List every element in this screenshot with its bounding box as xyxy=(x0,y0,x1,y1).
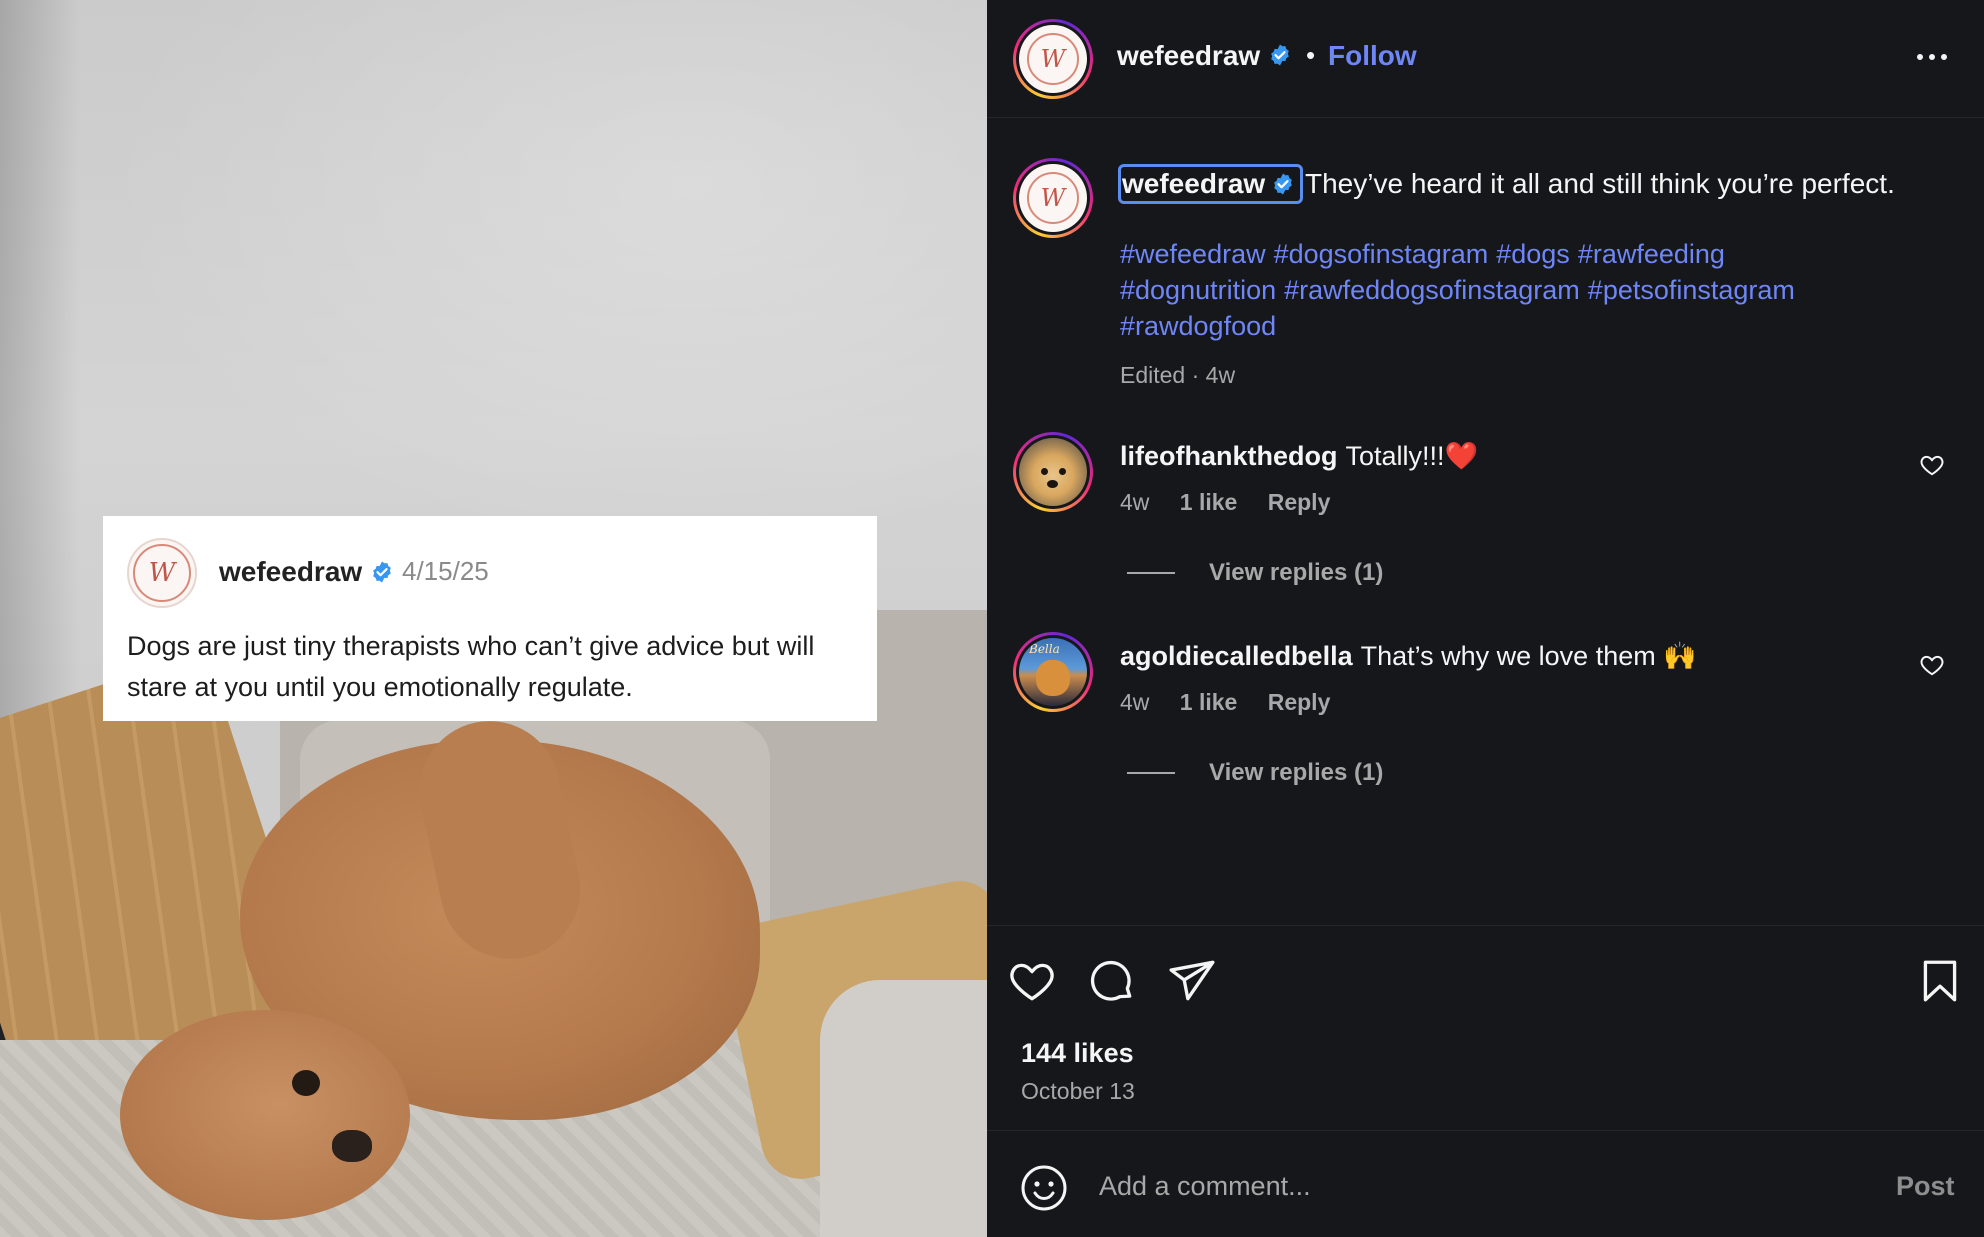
send-icon[interactable] xyxy=(1167,956,1217,1006)
comment-text-line: agoldiecalledbella That’s why we love the… xyxy=(1120,640,1697,672)
verified-badge-icon xyxy=(1274,173,1292,195)
comment-text-line: lifeofhankthedog Totally!!!❤️ xyxy=(1120,440,1478,472)
comment-username[interactable]: agoldiecalledbella xyxy=(1120,641,1353,671)
golden-dog-avatar: Bella xyxy=(1019,638,1087,706)
quote-avatar: W xyxy=(127,538,197,608)
dog-eye xyxy=(292,1070,320,1096)
post-sidebar: W wefeedraw • Follow W wefeedraw They’ve… xyxy=(987,0,1984,1237)
comment-likes[interactable]: 1 like xyxy=(1180,689,1238,715)
hashtag-link[interactable]: #dogs xyxy=(1496,239,1570,269)
reply-button[interactable]: Reply xyxy=(1268,489,1331,515)
wefeedraw-logo-icon: W xyxy=(133,544,191,602)
comment-body: Totally!!!❤️ xyxy=(1345,441,1479,471)
header-avatar[interactable]: W xyxy=(1013,19,1093,99)
post-date: October 13 xyxy=(1021,1078,1135,1104)
header-separator: • xyxy=(1306,40,1316,70)
post-header: W wefeedraw • Follow xyxy=(987,0,1984,118)
caption-text: They’ve heard it all and still think you… xyxy=(1305,168,1895,199)
emoji-icon[interactable] xyxy=(1020,1164,1068,1212)
couch-arm xyxy=(820,980,987,1237)
comment-heart-icon[interactable] xyxy=(1919,452,1945,478)
bookmark-icon[interactable] xyxy=(1915,956,1965,1006)
comment-time: 4w xyxy=(1120,489,1150,515)
hashtag-link[interactable]: #petsofinstagram xyxy=(1588,275,1795,305)
heart-icon[interactable] xyxy=(1007,956,1057,1006)
comment-item: lifeofhankthedog Totally!!!❤️ 4w 1 like R… xyxy=(987,432,1984,592)
caption-username[interactable]: wefeedraw xyxy=(1122,168,1265,200)
post-image[interactable]: W wefeedraw 4/15/25 Dogs are just tiny t… xyxy=(0,0,987,1237)
post-comment-button[interactable]: Post xyxy=(1896,1171,1955,1202)
hashtag-link[interactable]: #rawdogfood xyxy=(1120,311,1276,341)
wefeedraw-logo-icon: W xyxy=(1027,172,1079,224)
comment-actions: 4w 1 like Reply xyxy=(1120,689,1354,716)
comment-likes[interactable]: 1 like xyxy=(1180,489,1238,515)
comment-heart-icon[interactable] xyxy=(1919,652,1945,678)
view-replies-label: View replies (1) xyxy=(1209,559,1384,586)
wefeedraw-logo-icon: W xyxy=(1027,33,1079,85)
view-replies-button[interactable]: View replies (1) xyxy=(1127,759,1383,787)
quote-card: W wefeedraw 4/15/25 Dogs are just tiny t… xyxy=(103,516,877,721)
view-replies-label: View replies (1) xyxy=(1209,759,1384,786)
hashtag-link[interactable]: #rawfeddogsofinstagram xyxy=(1284,275,1580,305)
comment-username[interactable]: lifeofhankthedog xyxy=(1120,441,1338,471)
quote-date: 4/15/25 xyxy=(402,556,489,586)
comment-bubble-icon[interactable] xyxy=(1087,956,1137,1006)
dog-head xyxy=(120,1010,410,1220)
header-username[interactable]: wefeedraw xyxy=(1117,40,1260,72)
hashtag-link[interactable]: #wefeedraw xyxy=(1120,239,1266,269)
hashtag-link[interactable]: #rawfeeding xyxy=(1578,239,1725,269)
like-count[interactable]: 144 likes xyxy=(1021,1038,1134,1069)
replies-divider xyxy=(1127,572,1175,574)
quote-username: wefeedraw xyxy=(219,556,363,587)
hashtag-link[interactable]: #dogsofinstagram xyxy=(1274,239,1489,269)
comment-actions: 4w 1 like Reply xyxy=(1120,489,1354,516)
verified-badge-icon xyxy=(373,561,391,583)
caption-meta: Edited · 4w xyxy=(1120,362,1236,388)
replies-divider xyxy=(1127,772,1175,774)
comment-item: Bella agoldiecalledbella That’s why we lo… xyxy=(987,632,1984,792)
reply-button[interactable]: Reply xyxy=(1268,689,1331,715)
golden-retriever-avatar xyxy=(1019,438,1087,506)
follow-button[interactable]: Follow xyxy=(1328,40,1417,72)
comment-avatar[interactable]: Bella xyxy=(1013,632,1093,712)
more-options-icon[interactable] xyxy=(1912,42,1952,72)
verified-badge-icon xyxy=(1271,44,1289,66)
caption-hashtags: #wefeedraw #dogsofinstagram #dogs #rawfeedi… xyxy=(1120,236,1920,344)
dog-nose xyxy=(332,1130,372,1162)
comment-body: That’s why we love them 🙌 xyxy=(1360,641,1697,671)
comment-input[interactable] xyxy=(1099,1161,1779,1211)
comment-time: 4w xyxy=(1120,689,1150,715)
comment-avatar[interactable] xyxy=(1013,432,1093,512)
quote-text: Dogs are just tiny therapists who can’t … xyxy=(127,631,815,702)
hashtag-link[interactable]: #dognutrition xyxy=(1120,275,1276,305)
view-replies-button[interactable]: View replies (1) xyxy=(1127,559,1383,587)
comment-composer: Post xyxy=(987,1130,1984,1237)
caption-avatar[interactable]: W xyxy=(1013,158,1093,238)
